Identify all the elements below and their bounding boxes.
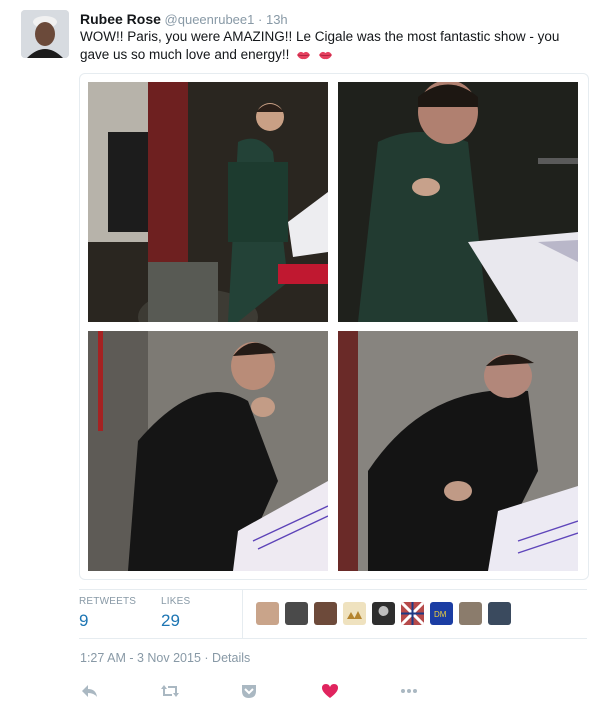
tweet-photo-3[interactable] bbox=[88, 331, 328, 571]
heart-icon[interactable] bbox=[320, 682, 340, 700]
more-icon[interactable] bbox=[399, 682, 419, 700]
liker-avatar[interactable] bbox=[401, 602, 424, 625]
photo-grid bbox=[79, 73, 589, 580]
stats-divider bbox=[242, 590, 243, 638]
retweets-stat[interactable]: RETWEETS 9 bbox=[79, 596, 136, 631]
kiss-mark-icon bbox=[296, 47, 311, 60]
liker-avatar[interactable] bbox=[488, 602, 511, 625]
liker-avatar[interactable] bbox=[459, 602, 482, 625]
liker-avatar[interactable] bbox=[343, 602, 366, 625]
tweet-text: WOW!! Paris, you were AMAZING!! Le Cigal… bbox=[80, 28, 590, 64]
tweet-timestamp[interactable]: 1:27 AM - 3 Nov 2015 bbox=[80, 651, 201, 665]
likes-count[interactable]: 29 bbox=[161, 611, 190, 631]
author-avatar[interactable] bbox=[21, 10, 69, 58]
liker-avatar[interactable]: DM bbox=[430, 602, 453, 625]
likes-stat[interactable]: LIKES 29 bbox=[161, 596, 190, 631]
likes-label: LIKES bbox=[161, 596, 191, 607]
retweets-count[interactable]: 9 bbox=[79, 611, 136, 631]
liker-avatar[interactable] bbox=[314, 602, 337, 625]
tweet-photo-2[interactable] bbox=[338, 82, 578, 322]
liker-avatar[interactable] bbox=[285, 602, 308, 625]
author-name[interactable]: Rubee Rose bbox=[80, 11, 161, 27]
reply-icon[interactable] bbox=[80, 682, 100, 700]
liker-avatar[interactable] bbox=[372, 602, 395, 625]
tweet-photo-1[interactable] bbox=[88, 82, 328, 322]
kiss-mark-icon bbox=[318, 47, 333, 60]
retweet-icon[interactable] bbox=[160, 682, 180, 700]
tweet-stats-bar: RETWEETS 9 LIKES 29 DM bbox=[79, 589, 587, 639]
save-icon[interactable] bbox=[239, 682, 259, 700]
liker-avatar[interactable] bbox=[256, 602, 279, 625]
header-separator: · bbox=[258, 12, 263, 27]
svg-text:DM: DM bbox=[434, 610, 447, 619]
meta-dot: · bbox=[204, 651, 209, 665]
tweet-time[interactable]: 13h bbox=[266, 12, 288, 27]
tweet-photo-4[interactable] bbox=[338, 331, 578, 571]
tweet-meta: 1:27 AM - 3 Nov 2015 · Details bbox=[80, 651, 250, 665]
retweets-label: RETWEETS bbox=[79, 596, 137, 607]
author-handle[interactable]: @queenrubee1 bbox=[165, 12, 255, 27]
tweet-header: Rubee Rose @queenrubee1 · 13h bbox=[80, 11, 288, 27]
details-link[interactable]: Details bbox=[212, 651, 250, 665]
